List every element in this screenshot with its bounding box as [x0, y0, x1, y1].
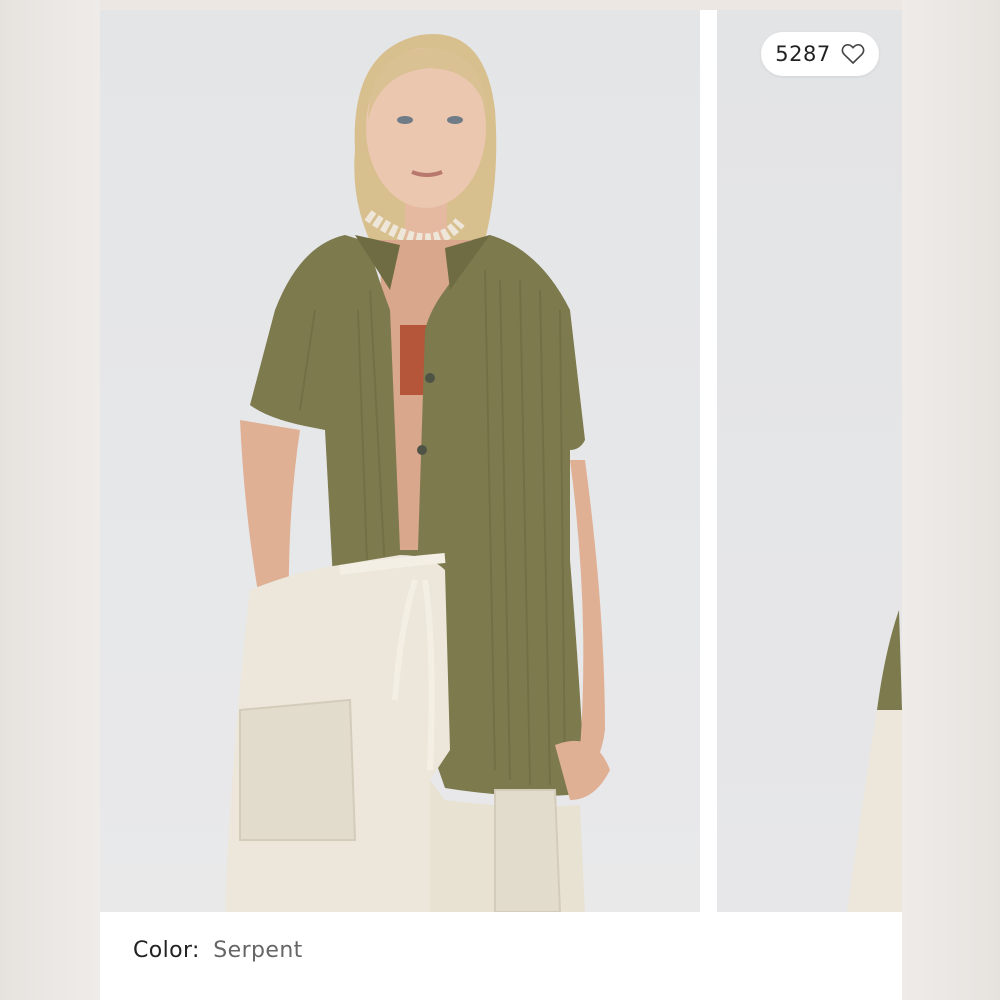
product-image-next[interactable]	[717, 10, 902, 912]
heart-outline-icon	[841, 43, 865, 65]
model-photo	[225, 33, 610, 912]
model-photo-peek	[847, 610, 902, 912]
blurred-background-left	[0, 0, 100, 1000]
top-strip	[100, 0, 902, 10]
product-image-main[interactable]	[100, 10, 700, 912]
like-count: 5287	[775, 42, 831, 66]
screenshot-frame: 5287 Color: Serpent	[0, 0, 1000, 1000]
product-page: 5287 Color: Serpent	[100, 10, 902, 1000]
blurred-background-right	[902, 0, 1000, 1000]
cargo-pocket	[239, 698, 357, 841]
product-image-carousel[interactable]: 5287	[100, 10, 902, 912]
like-button[interactable]: 5287	[761, 32, 879, 76]
color-label: Color:	[133, 938, 200, 963]
color-value: Serpent	[213, 938, 303, 963]
color-selection: Color: Serpent	[133, 938, 303, 963]
button	[425, 373, 435, 383]
